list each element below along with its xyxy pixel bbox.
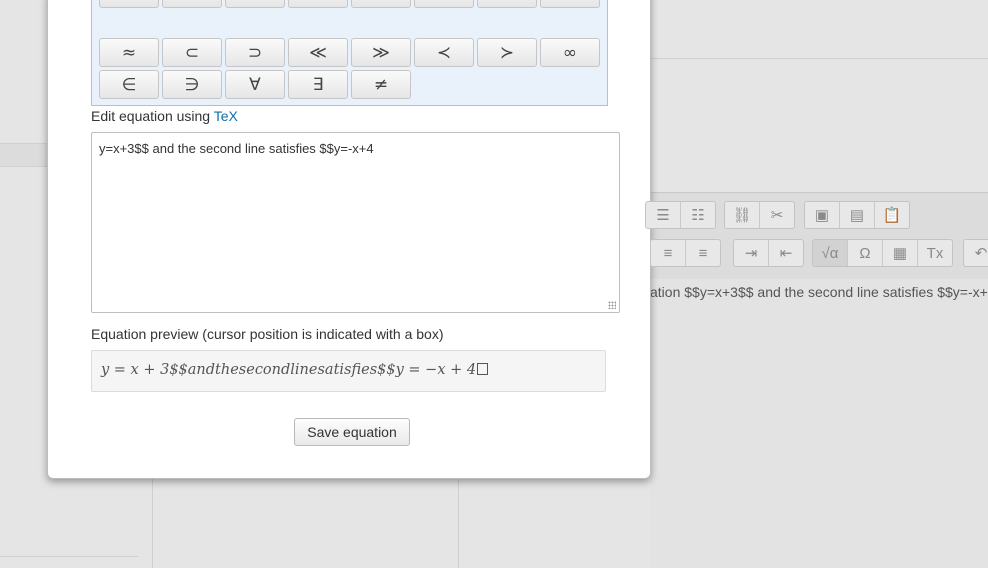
paste-icon[interactable]: 📋 bbox=[875, 202, 909, 228]
toolbar-group: ☰ ☷ bbox=[645, 201, 716, 229]
link-icon[interactable]: ⛓ bbox=[725, 202, 760, 228]
symbol-button[interactable]: ≠ bbox=[351, 70, 411, 99]
equation-preview-text: y = x + 3$$andthesecondlinesatisfies$$y … bbox=[101, 362, 477, 378]
symbol-button[interactable]: ~ bbox=[477, 0, 537, 8]
toolbar-group: ▣ ▤ 📋 bbox=[804, 201, 910, 229]
symbol-button[interactable]: ≫ bbox=[351, 38, 411, 67]
symbol-button[interactable]: ≪ bbox=[288, 38, 348, 67]
toolbar-group: √α Ω ▦ Tx bbox=[812, 239, 953, 267]
equation-preview: y = x + 3$$andthesecondlinesatisfies$$y … bbox=[91, 350, 606, 392]
symbol-button[interactable]: ∈ bbox=[99, 70, 159, 99]
symbol-button[interactable]: ≈ bbox=[99, 38, 159, 67]
symbol-button[interactable]: ⊇ bbox=[162, 0, 222, 8]
symbol-button[interactable]: ≃ bbox=[540, 0, 600, 8]
outdent-icon[interactable]: ⇤ bbox=[769, 240, 803, 266]
bullet-list-icon[interactable]: ☰ bbox=[646, 202, 681, 228]
symbol-button[interactable]: ≤ bbox=[225, 0, 285, 8]
align-right-icon[interactable]: ≡ bbox=[686, 240, 720, 266]
table-icon[interactable]: ▦ bbox=[883, 240, 918, 266]
background-strip bbox=[0, 143, 48, 167]
symbol-palette: ⊆⊇≤≥⪯⪰~≃ ≈⊂⊃≪≫≺≻∞ ∈∋∀∃≠ bbox=[91, 0, 608, 106]
toolbar-group: ⛓ ✂ bbox=[724, 201, 795, 229]
equation-icon[interactable]: √α bbox=[813, 240, 848, 266]
tex-textarea-value: y=x+3$$ and the second line satisfies $$… bbox=[99, 141, 374, 156]
symbol-button[interactable]: ≻ bbox=[477, 38, 537, 67]
equation-editor-dialog: ⊆⊇≤≥⪯⪰~≃ ≈⊂⊃≪≫≺≻∞ ∈∋∀∃≠ Edit equation usin… bbox=[47, 0, 651, 479]
background-divider bbox=[0, 556, 138, 557]
symbol-button[interactable]: ⊆ bbox=[99, 0, 159, 8]
symbol-button[interactable]: ⪰ bbox=[414, 0, 474, 8]
preview-label: Equation preview (cursor position is ind… bbox=[91, 326, 444, 342]
symbol-button[interactable]: ∃ bbox=[288, 70, 348, 99]
save-equation-button[interactable]: Save equation bbox=[294, 418, 410, 446]
editor-text[interactable]: ation $$y=x+3$$ and the second line sati… bbox=[650, 284, 988, 300]
symbol-button[interactable]: ∀ bbox=[225, 70, 285, 99]
numbered-list-icon[interactable]: ☷ bbox=[681, 202, 715, 228]
editor-content-area bbox=[650, 279, 988, 568]
resize-grip-icon[interactable] bbox=[608, 301, 616, 309]
symbol-button[interactable]: ⪯ bbox=[351, 0, 411, 8]
toolbar-group: ↶ bbox=[963, 239, 988, 267]
media-icon[interactable]: ▤ bbox=[840, 202, 875, 228]
cursor-box-icon bbox=[477, 363, 489, 375]
unlink-icon[interactable]: ✂ bbox=[760, 202, 794, 228]
align-center-icon[interactable]: ≡ bbox=[651, 240, 686, 266]
tex-textarea[interactable]: y=x+3$$ and the second line satisfies $$… bbox=[91, 132, 620, 313]
indent-icon[interactable]: ⇥ bbox=[734, 240, 769, 266]
edit-equation-label-text: Edit equation using bbox=[91, 108, 214, 124]
symbol-button[interactable]: ⊃ bbox=[225, 38, 285, 67]
symbol-button[interactable]: ∞ bbox=[540, 38, 600, 67]
tex-link[interactable]: TeX bbox=[214, 108, 238, 124]
toolbar-group: ⇥ ⇤ bbox=[733, 239, 804, 267]
omega-icon[interactable]: Ω bbox=[848, 240, 883, 266]
symbol-button[interactable]: ≥ bbox=[288, 0, 348, 8]
undo-icon[interactable]: ↶ bbox=[964, 240, 988, 266]
symbol-button[interactable]: ∋ bbox=[162, 70, 222, 99]
clear-format-icon[interactable]: Tx bbox=[918, 240, 952, 266]
edit-equation-label: Edit equation using TeX bbox=[91, 108, 238, 124]
background-divider bbox=[650, 58, 988, 59]
image-icon[interactable]: ▣ bbox=[805, 202, 840, 228]
toolbar-group: ≡ ≡ bbox=[650, 239, 721, 267]
symbol-button[interactable]: ⊂ bbox=[162, 38, 222, 67]
symbol-button[interactable]: ≺ bbox=[414, 38, 474, 67]
